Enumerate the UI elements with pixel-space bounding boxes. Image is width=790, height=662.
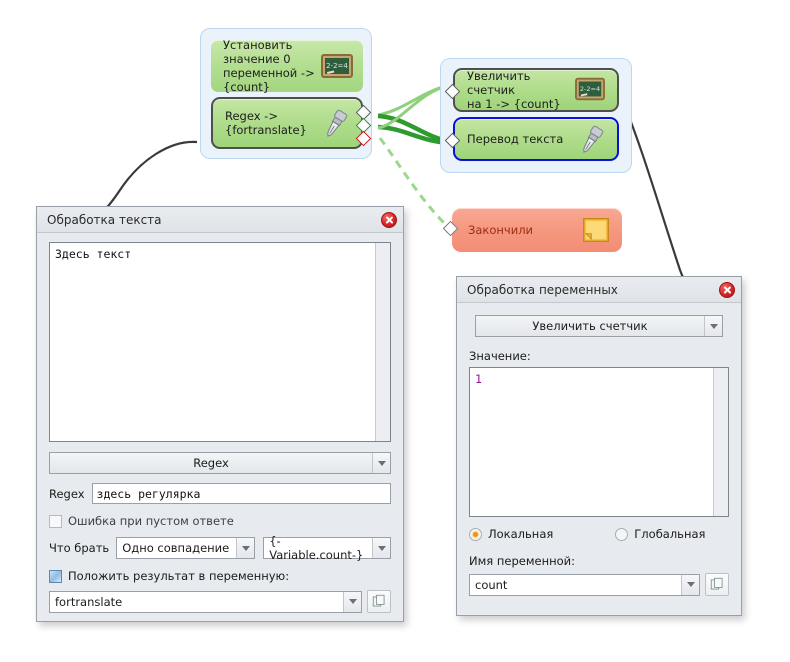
scope-radio-group: Локальная Глобальная <box>469 527 729 541</box>
variable-name-row: count <box>469 573 729 596</box>
variable-action-value: Увеличить счетчик <box>532 319 648 333</box>
dialog-title: Обработка текста <box>47 212 162 227</box>
node-group-left[interactable]: Установить значение 0 переменной -> {cou… <box>200 28 372 159</box>
blackboard-icon: 2-2=4 <box>573 75 609 105</box>
dialog-title: Обработка переменных <box>467 282 618 297</box>
connector-pin-out-error[interactable] <box>355 130 372 147</box>
variable-action-combo[interactable]: Увеличить счетчик <box>475 315 723 337</box>
chevron-down-icon[interactable] <box>372 453 390 473</box>
copy-icon[interactable] <box>367 590 391 613</box>
blackboard-icon: 2-2=4 <box>319 51 355 81</box>
flow-node-label: Увеличить счетчик на 1 -> {count} <box>467 69 561 111</box>
variable-token-value: {-Variable.count-} <box>269 534 364 562</box>
result-variable-row: fortranslate <box>49 590 391 613</box>
what-to-take-combo[interactable]: Одно совпадение <box>116 537 256 559</box>
flow-node-regex[interactable]: Regex -> {fortranslate} <box>211 97 372 149</box>
chevron-down-icon[interactable] <box>236 538 255 558</box>
variable-processing-dialog[interactable]: Обработка переменных Увеличить счетчик З… <box>456 276 742 616</box>
textarea-scrollbar[interactable] <box>375 243 390 441</box>
chevron-down-icon[interactable] <box>372 538 390 558</box>
radio-global[interactable] <box>615 527 629 541</box>
variable-name-value: count <box>475 577 508 592</box>
what-to-take-row: Что брать Одно совпадение {-Variable.cou… <box>49 534 391 562</box>
flow-node-label: Перевод текста <box>467 132 564 146</box>
value-text-area[interactable]: 1 <box>469 367 729 517</box>
checkbox-box[interactable] <box>49 569 62 583</box>
note-icon <box>580 215 614 245</box>
flow-node-label: Установить значение 0 переменной -> {cou… <box>223 38 315 94</box>
variable-name-combo[interactable]: count <box>469 573 700 596</box>
textarea-scrollbar[interactable] <box>713 368 728 516</box>
dialog-titlebar[interactable]: Обработка переменных <box>457 277 741 303</box>
radio-local-label: Локальная <box>488 527 554 541</box>
regex-label: Regex <box>49 486 85 501</box>
checkbox-box[interactable] <box>49 514 62 528</box>
radio-local[interactable] <box>469 527 482 541</box>
dialog-body: Увеличить счетчик Значение: 1 Локальная … <box>457 303 741 608</box>
flow-node-finished[interactable]: Закончили <box>442 208 622 252</box>
processing-mode-combo[interactable]: Regex <box>49 452 391 474</box>
flow-node-translate-text[interactable]: Перевод текста <box>444 117 619 161</box>
copy-icon[interactable] <box>705 573 729 596</box>
pen-nib-icon <box>573 124 609 154</box>
svg-text:2-2=4: 2-2=4 <box>580 85 600 93</box>
error-on-empty-checkbox[interactable]: Ошибка при пустом ответе <box>49 514 391 528</box>
dialog-body: Здесь текст Regex Regex здесь регулярка … <box>37 233 403 625</box>
svg-text:2-2=4: 2-2=4 <box>326 62 348 70</box>
what-to-take-value: Одно совпадение <box>122 541 230 555</box>
flow-node-increment-counter[interactable]: Увеличить счетчик на 1 -> {count} 2-2=4 <box>444 68 619 112</box>
flow-node-set-variable[interactable]: Установить значение 0 переменной -> {cou… <box>211 38 363 94</box>
result-variable-value: fortranslate <box>55 594 123 609</box>
source-text-value: Здесь текст <box>55 247 132 261</box>
flow-node-label: Regex -> {fortranslate} <box>225 109 307 137</box>
chevron-down-icon[interactable] <box>343 591 361 612</box>
chevron-down-icon[interactable] <box>704 316 722 336</box>
pen-nib-icon <box>317 108 353 138</box>
variable-token-combo[interactable]: {-Variable.count-} <box>263 534 391 562</box>
store-result-checkbox[interactable]: Положить результат в переменную: <box>49 569 391 583</box>
text-processing-dialog[interactable]: Обработка текста Здесь текст Regex Regex… <box>36 206 404 622</box>
node-group-right[interactable]: Увеличить счетчик на 1 -> {count} 2-2=4 … <box>440 58 632 173</box>
connector-pin-in[interactable] <box>444 83 461 100</box>
what-to-take-label: Что брать <box>49 541 110 555</box>
processing-mode-value: Regex <box>193 456 229 470</box>
value-label: Значение: <box>469 349 531 363</box>
source-text-area[interactable]: Здесь текст <box>49 242 391 442</box>
store-result-label: Положить результат в переменную: <box>68 569 290 583</box>
error-on-empty-label: Ошибка при пустом ответе <box>68 514 234 528</box>
chevron-down-icon[interactable] <box>681 574 699 595</box>
close-icon[interactable] <box>719 281 735 298</box>
close-icon[interactable] <box>381 211 397 228</box>
result-variable-combo[interactable]: fortranslate <box>49 590 362 613</box>
connector-pin-in[interactable] <box>444 132 461 149</box>
value-text-value: 1 <box>475 372 482 386</box>
regex-field-row: Regex здесь регулярка <box>49 483 391 504</box>
connector-pin-in[interactable] <box>442 220 459 237</box>
dialog-titlebar[interactable]: Обработка текста <box>37 207 403 233</box>
radio-global-label: Глобальная <box>634 527 706 541</box>
regex-input[interactable]: здесь регулярка <box>91 483 391 504</box>
flow-node-label: Закончили <box>468 223 534 237</box>
variable-name-label: Имя переменной: <box>469 554 575 568</box>
screen: Установить значение 0 переменной -> {cou… <box>0 0 790 662</box>
